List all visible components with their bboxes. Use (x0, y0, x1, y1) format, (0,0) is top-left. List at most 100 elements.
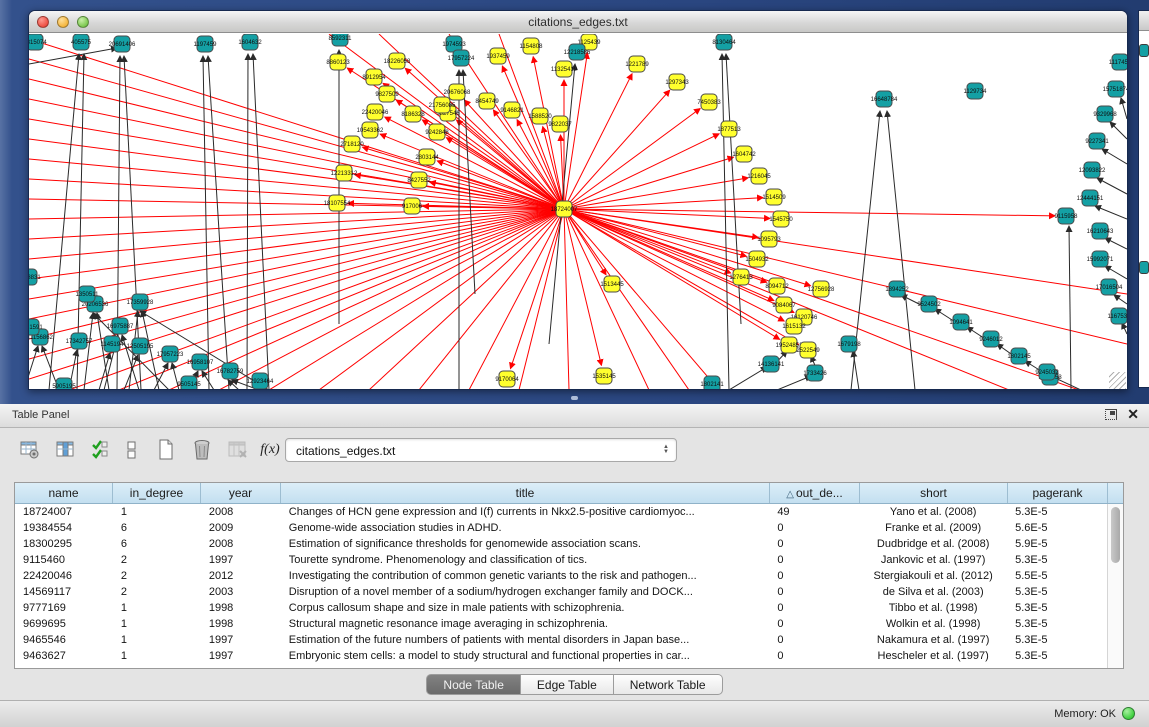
column-header-title[interactable]: title (281, 483, 770, 503)
cell: 2009 (201, 520, 281, 536)
citation-network-graph[interactable]: 8860123891295418226058982750981863281054… (29, 34, 1127, 390)
cell: 6 (113, 536, 201, 552)
graph-node-fragment (1139, 44, 1149, 57)
citation-edge-red (29, 209, 564, 319)
cell: 1998 (201, 616, 281, 632)
cell: 18300295 (15, 536, 113, 552)
node-label: 14136141 (758, 362, 785, 368)
scrollbar-thumb[interactable] (1111, 507, 1120, 563)
node-label: 1094641 (949, 320, 973, 326)
node-label: 9329968 (1093, 112, 1117, 118)
node-label: 2803144 (415, 155, 439, 161)
node-label: 11325419 (551, 67, 578, 73)
citation-edge-red (564, 90, 670, 209)
citation-edge-black (1114, 295, 1127, 304)
citation-edge-black (853, 351, 859, 390)
node-table[interactable]: namein_degreeyeartitle△out_de...shortpag… (14, 482, 1124, 669)
float-panel-icon[interactable] (1105, 409, 1117, 420)
node-label: 3931591 (29, 325, 43, 331)
node-label: 1276413 (729, 275, 753, 281)
table-options-button[interactable] (16, 436, 44, 464)
cell: 5.5E-5 (1007, 568, 1107, 584)
column-header-name[interactable]: name (15, 483, 113, 503)
node-label: 12444151 (1077, 196, 1104, 202)
tab-edge-table[interactable]: Edge Table (521, 674, 614, 695)
node-label: 16958107 (187, 360, 214, 366)
delete-column-button[interactable] (188, 436, 216, 464)
show-columns-button[interactable] (52, 436, 80, 464)
cell: 5.6E-5 (1007, 520, 1107, 536)
citation-edge-black (1102, 149, 1127, 164)
node-label: 9822037 (548, 122, 572, 128)
table-body[interactable]: 1872400712008Changes of HCN gene express… (15, 504, 1107, 668)
node-label: 12213312 (331, 171, 358, 177)
cell: Dudbridge et al. (2008) (859, 536, 1007, 552)
table-row[interactable]: 1830029562008Estimation of significance … (15, 536, 1107, 552)
citation-edge-red (564, 209, 649, 390)
citation-edge-black (1122, 323, 1127, 334)
status-bar: Memory: OK (0, 700, 1149, 727)
cell: 1 (113, 504, 201, 520)
node-label: 9505145 (177, 382, 201, 388)
citation-edge-black (463, 70, 475, 294)
memory-ok-indicator[interactable] (1122, 707, 1135, 720)
cell: 1 (113, 600, 201, 616)
table-row[interactable]: 1938455462009Genome-wide association stu… (15, 520, 1107, 536)
citation-edge-red (564, 134, 719, 209)
column-header-pagerank[interactable]: pagerank (1008, 483, 1108, 503)
node-label: 1894252 (885, 287, 909, 293)
new-document-icon (157, 439, 175, 461)
column-header-out_de[interactable]: △out_de... (770, 483, 860, 503)
node-label: 20206536 (82, 302, 109, 308)
table-row[interactable]: 1872400712008Changes of HCN gene express… (15, 504, 1107, 520)
citation-edge-black (1097, 178, 1127, 194)
table-row[interactable]: 946362711997Embryonic stem cells: a mode… (15, 648, 1107, 664)
table-scrollbar[interactable] (1107, 504, 1123, 668)
node-label: 17342757 (66, 339, 93, 345)
node-label: 1604742 (732, 152, 756, 158)
background-network-window[interactable] (1138, 10, 1149, 388)
table-header-row[interactable]: namein_degreeyeartitle△out_de...shortpag… (15, 483, 1123, 504)
node-label: 8860123 (326, 60, 350, 66)
window-titlebar[interactable]: citations_edges.txt (29, 11, 1127, 33)
selected-network-name: citations_edges.txt (296, 444, 395, 458)
tab-network-table[interactable]: Network Table (614, 674, 723, 695)
row-tools-button[interactable] (118, 436, 146, 464)
close-panel-icon[interactable]: ✕ (1127, 408, 1139, 420)
citation-edge-black (1110, 122, 1127, 139)
node-label: 8427552 (407, 178, 431, 184)
column-header-in_degree[interactable]: in_degree (113, 483, 201, 503)
node-label: 1167533 (1108, 314, 1127, 320)
cell: Corpus callosum shape and size in male p… (281, 600, 770, 616)
table-row[interactable]: 2242004622012Investigating the contribut… (15, 568, 1107, 584)
select-apply-button[interactable] (86, 436, 114, 464)
cell: Stergiakouli et al. (2012) (859, 568, 1007, 584)
network-canvas[interactable]: 8860123891295418226058982750981863281054… (29, 34, 1127, 390)
column-header-year[interactable]: year (201, 483, 281, 503)
create-column-button[interactable] (152, 436, 180, 464)
window-resize-grip[interactable] (1109, 372, 1126, 389)
network-selector-dropdown[interactable]: citations_edges.txt ▲▼ (285, 438, 677, 462)
node-label: 18724007 (551, 207, 578, 213)
node-label: 1129734 (964, 89, 988, 95)
table-row[interactable]: 946554611997Estimation of the future num… (15, 632, 1107, 648)
citation-edge-red (564, 209, 601, 365)
cell: 9699695 (15, 616, 113, 632)
function-builder-button[interactable]: f(x) (256, 436, 284, 464)
table-row[interactable]: 1456911722003Disruption of a novel membe… (15, 584, 1107, 600)
cell: 1997 (201, 632, 281, 648)
node-label: 5905195 (52, 384, 76, 390)
cell: 1997 (201, 648, 281, 664)
table-row[interactable]: 911546021997Tourette syndrome. Phenomeno… (15, 552, 1107, 568)
table-row[interactable]: 969969511998Structural magnetic resonanc… (15, 616, 1107, 632)
node-label: 17957224 (448, 56, 475, 62)
tab-node-table[interactable]: Node Table (426, 674, 521, 695)
cell: 0 (769, 552, 859, 568)
node-label: 11156862 (29, 335, 54, 341)
citation-edge-black (29, 346, 38, 390)
network-view-window[interactable]: citations_edges.txt 88601238912954182260… (28, 10, 1128, 390)
split-pane-handle[interactable] (571, 396, 578, 400)
table-row[interactable]: 977716911998Corpus callosum shape and si… (15, 600, 1107, 616)
panel-title: Table Panel (12, 409, 70, 421)
column-header-short[interactable]: short (860, 483, 1008, 503)
